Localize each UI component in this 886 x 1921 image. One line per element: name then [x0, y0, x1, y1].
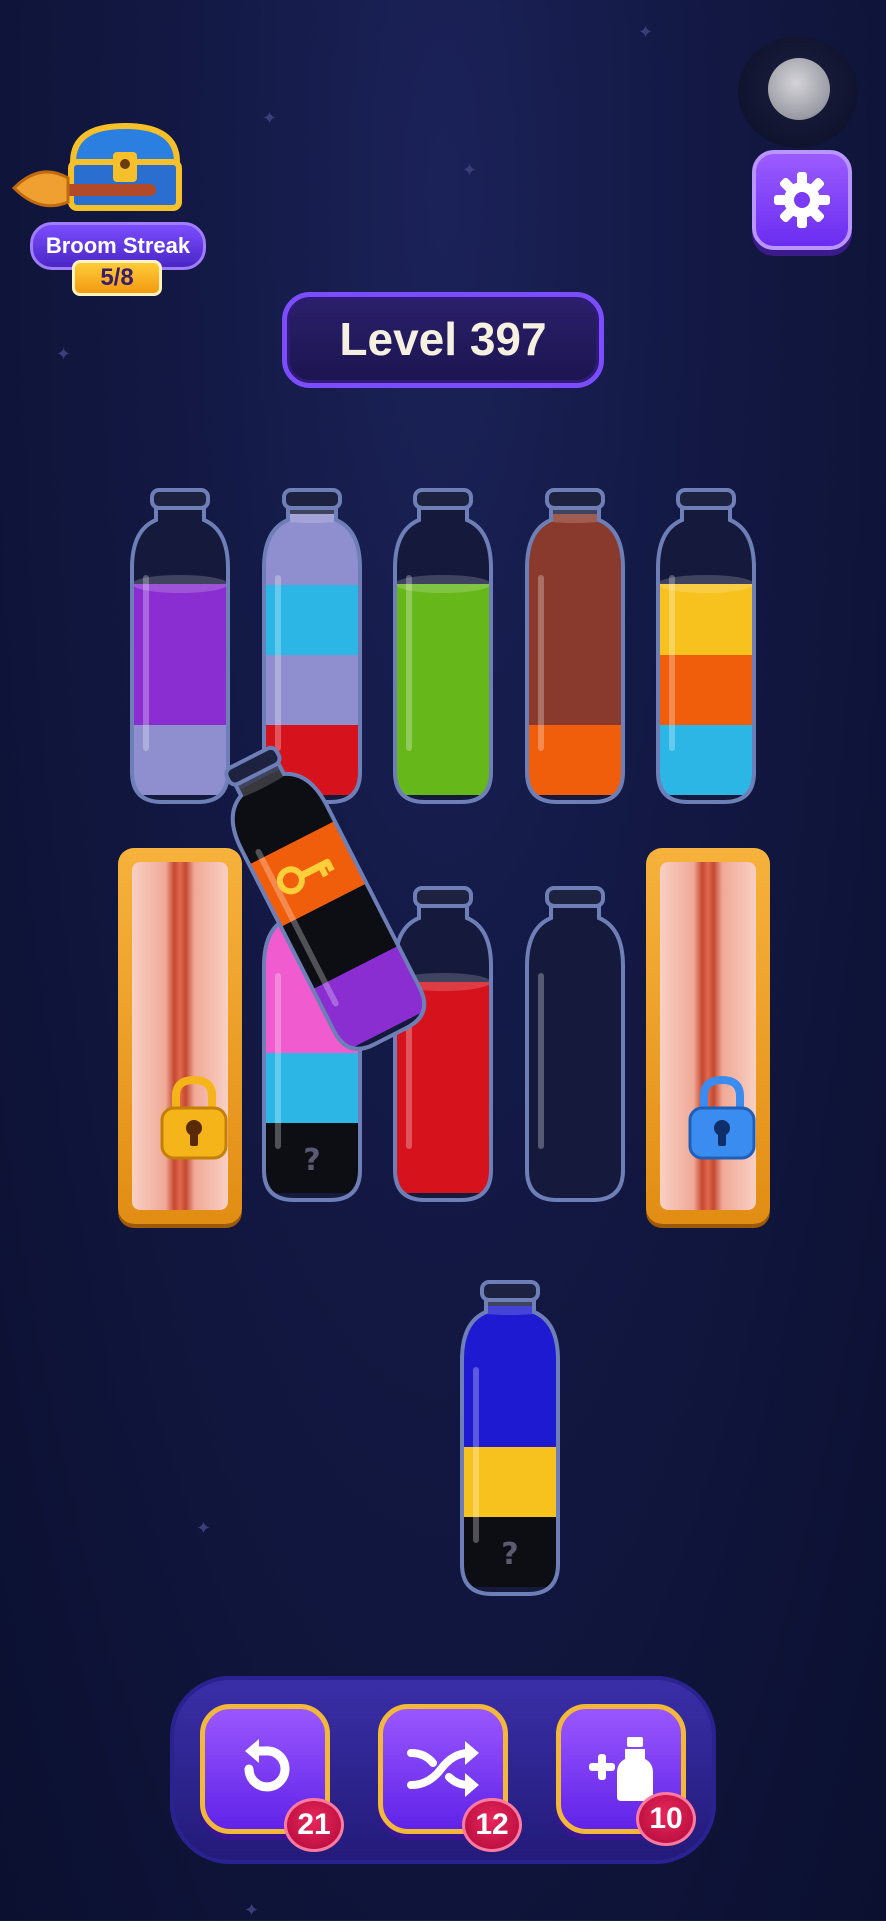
liquid-layer-green — [395, 584, 491, 655]
bottle-cap — [150, 488, 210, 510]
liquid-layer-sky — [658, 724, 754, 795]
hidden-layer-mark: ? — [303, 1143, 320, 1178]
broom-streak-badge[interactable]: Broom Streak 5/8 — [10, 118, 210, 298]
bottle[interactable] — [521, 866, 629, 1206]
liquid-layer-sky — [264, 584, 360, 655]
hidden-layer-mark: ? — [501, 1537, 518, 1572]
liquid-layer-lavender — [264, 654, 360, 725]
sparkle: ✦ — [262, 108, 278, 129]
bottle-cap — [413, 488, 473, 510]
liquid-layer-brown — [527, 514, 623, 585]
bottle[interactable]: ? — [456, 1260, 564, 1600]
liquid-layer-orange — [527, 724, 623, 795]
liquid-layer-red — [395, 1122, 491, 1193]
liquid-layer-brown — [527, 654, 623, 725]
liquid-layer-green — [395, 654, 491, 725]
bottle-cap — [480, 1280, 540, 1302]
liquid-layer-yellow — [462, 1446, 558, 1517]
liquid-layer-navy — [462, 1376, 558, 1447]
bottle[interactable] — [389, 866, 497, 1206]
sparkle: ✦ — [638, 22, 654, 43]
add-bottle-count: 10 — [636, 1792, 696, 1846]
curtain — [132, 862, 228, 1210]
bottle-cap — [676, 488, 736, 510]
sparkle: ✦ — [462, 160, 478, 181]
curtain — [660, 862, 756, 1210]
shuffle-count: 12 — [462, 1798, 522, 1852]
liquid-layer-brown — [527, 584, 623, 655]
shuffle-icon — [407, 1741, 479, 1797]
liquid-layer-green — [395, 724, 491, 795]
bottle[interactable] — [521, 468, 629, 808]
liquid-layer-navy — [462, 1306, 558, 1377]
gold-padlock-icon — [160, 1075, 228, 1160]
virtual-joystick[interactable] — [738, 36, 858, 148]
sparkle: ✦ — [56, 344, 72, 365]
liquid-layer-lavender — [264, 514, 360, 585]
liquid-layer-purple — [132, 584, 228, 655]
bottle-cap — [413, 886, 473, 908]
bottle[interactable] — [652, 468, 760, 808]
joystick-knob[interactable] — [768, 58, 830, 120]
bottle[interactable] — [389, 468, 497, 808]
level-title: Level 397 — [282, 292, 604, 388]
liquid-layer-yellow — [658, 584, 754, 655]
sparkle: ✦ — [196, 1518, 212, 1539]
bottle-cap — [545, 886, 605, 908]
liquid-layer-orange — [658, 654, 754, 725]
undo-count: 21 — [284, 1798, 344, 1852]
undo-icon — [244, 1739, 290, 1792]
settings-button[interactable] — [752, 150, 852, 250]
liquid-layer-red — [395, 1052, 491, 1123]
gear-icon — [774, 172, 830, 228]
bottle-cap — [545, 488, 605, 510]
blue-padlock-icon — [688, 1075, 756, 1160]
sparkle: ✦ — [244, 1900, 260, 1921]
locked-bottle-slot[interactable] — [118, 848, 242, 1224]
locked-bottle-slot[interactable] — [646, 848, 770, 1224]
streak-count: 5/8 — [72, 260, 162, 296]
bottle-cap — [282, 488, 342, 510]
add-bottle-icon — [589, 1737, 653, 1801]
broom-icon — [11, 170, 156, 208]
liquid-layer-purple — [132, 654, 228, 725]
